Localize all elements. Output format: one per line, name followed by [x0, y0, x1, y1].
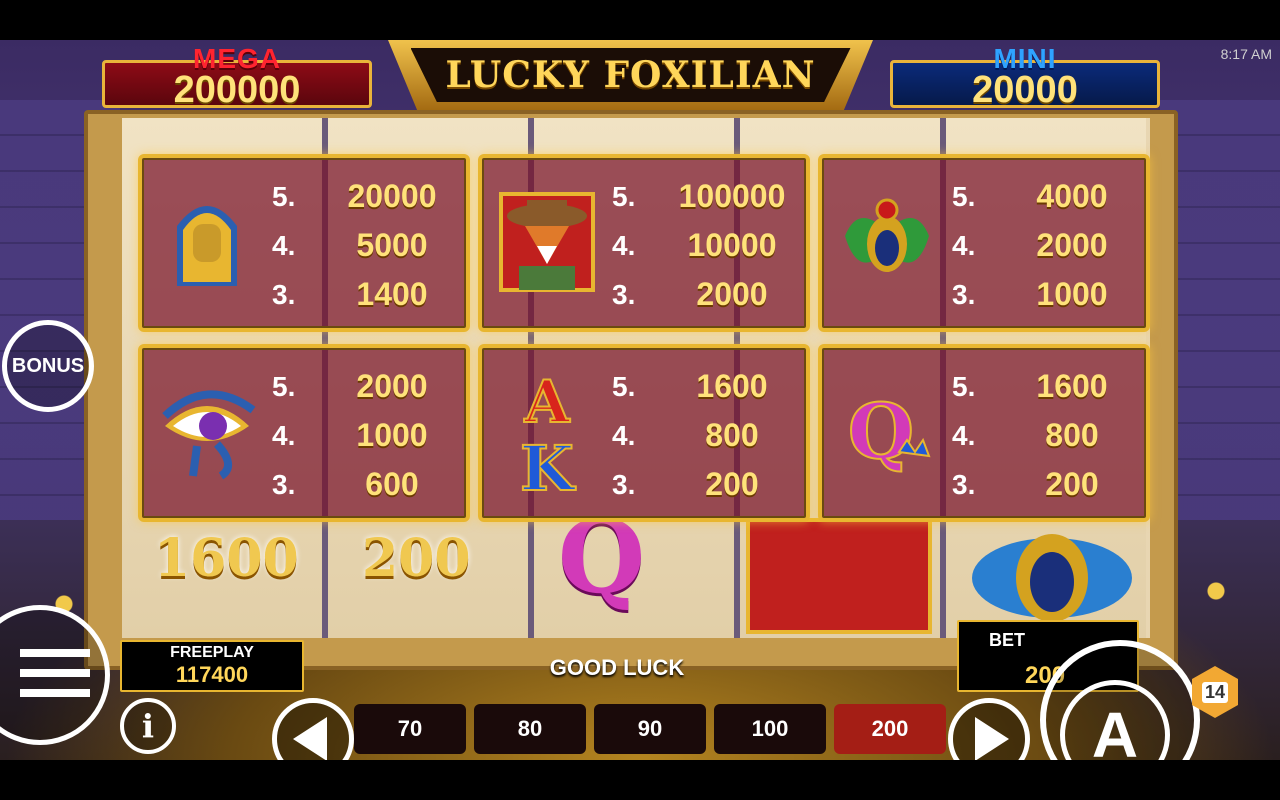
bet-increase-button[interactable] — [948, 698, 1030, 760]
reel-coin-value: 200 — [362, 528, 471, 589]
paytable-count: 4. — [272, 229, 296, 261]
paytable-pay: 10000 — [687, 227, 777, 263]
svg-text:A: A — [523, 368, 570, 436]
paytable-panel-pharaoh: 5. 20000 4. 5000 3. 1400 — [138, 154, 470, 332]
paytable-count: 3. — [272, 278, 296, 310]
paytable-pay: 200 — [1045, 466, 1099, 502]
hieroglyph-wall-right — [1160, 100, 1280, 520]
paytable-count: 3. — [612, 278, 636, 310]
paytable-pay: 1400 — [356, 276, 428, 312]
scarab-symbol-icon — [972, 534, 1132, 622]
paytable-count: 4. — [612, 419, 636, 451]
paytable-count: 3. — [952, 278, 976, 310]
status-message: GOOD LUCK — [549, 655, 685, 680]
bonus-button[interactable]: BONUS — [2, 320, 94, 412]
bet-option[interactable]: 70 — [354, 704, 466, 754]
bet-decrease-button[interactable] — [272, 698, 354, 760]
menu-icon — [20, 649, 90, 697]
ace-king-icon: A K — [519, 367, 577, 496]
paytable-pay: 1000 — [1036, 276, 1108, 312]
paytable-count: 5. — [272, 370, 296, 402]
paytable-pay: 200 — [705, 466, 759, 502]
mini-jackpot: MINI 20000 — [890, 43, 1160, 111]
svg-text:K: K — [520, 432, 576, 496]
bet-label: BET — [989, 630, 1025, 650]
bonus-button-label: BONUS — [11, 354, 85, 377]
paytable-count: 4. — [952, 419, 976, 451]
paytable-pay: 600 — [365, 466, 419, 502]
autoplay-icon: A — [1091, 699, 1139, 760]
queen-icon: Q — [847, 386, 931, 477]
fox-card-icon — [746, 518, 932, 634]
bet-selector: 70 80 90 100 200 — [272, 698, 1032, 760]
pharaoh-icon — [177, 206, 237, 286]
game-title: LUCKY FOXILIAN — [410, 48, 851, 102]
paytable-count: 3. — [952, 468, 976, 500]
paytable-pay: 1600 — [696, 368, 768, 404]
freeplay-label: FREEPLAY — [170, 644, 254, 661]
eye-of-horus-icon — [162, 390, 256, 480]
paytable-pay: 100000 — [678, 178, 786, 214]
status-clock: 8:17 AM — [1220, 46, 1272, 62]
paytable-panel-scarab: 5. 4000 4. 2000 3. 1000 — [818, 154, 1150, 332]
paytable-pay: 4000 — [1036, 178, 1108, 214]
bet-option[interactable]: 80 — [474, 704, 586, 754]
paytable-count: 5. — [952, 180, 976, 212]
svg-text:Q: Q — [848, 387, 914, 476]
age-rating-label: 14 — [1201, 681, 1229, 703]
paytable-pay: 2000 — [356, 368, 428, 404]
paytable-panel-eye: 5. 2000 4. 1000 3. 600 — [138, 344, 470, 522]
freeplay-value: 117400 — [175, 662, 249, 687]
paytable-count: 5. — [952, 370, 976, 402]
paytable-count: 4. — [952, 229, 976, 261]
arrow-left-icon — [293, 717, 327, 760]
paytable-pay: 800 — [1045, 417, 1099, 453]
bet-option[interactable]: 90 — [594, 704, 706, 754]
game-stage: 8:17 AM MEGA 200000 LUCKY FOXILIAN MINI … — [0, 40, 1280, 760]
paytable-pay: 2000 — [696, 276, 768, 312]
paytable-count: 3. — [272, 468, 296, 500]
reel-coin-value: 1600 — [154, 528, 299, 589]
mega-jackpot: MEGA 200000 — [102, 43, 372, 111]
paytable-pay: 5000 — [356, 227, 428, 263]
paytable-pay: 1000 — [356, 417, 428, 453]
paytable-count: 5. — [272, 180, 296, 212]
bet-option-selected[interactable]: 200 — [834, 704, 946, 754]
freeplay-balance: FREEPLAY 117400 — [120, 640, 304, 692]
paytable-panel-ace-king: A K 5. 1600 4. 800 3. 200 — [478, 344, 810, 522]
bet-option[interactable]: 100 — [714, 704, 826, 754]
info-button[interactable]: i — [120, 698, 176, 754]
info-icon: i — [141, 707, 155, 745]
paytable-pay: 2000 — [1036, 227, 1108, 263]
paytable-pay: 1600 — [1036, 368, 1108, 404]
game-logo: LUCKY FOXILIAN — [388, 40, 873, 110]
scarab-icon — [845, 198, 929, 272]
fox-icon — [499, 192, 595, 292]
arrow-right-icon — [975, 717, 1009, 760]
paytable-count: 4. — [612, 229, 636, 261]
paytable-panel-fox: 5. 100000 4. 10000 3. 2000 — [478, 154, 810, 332]
paytable-count: 5. — [612, 180, 636, 212]
mega-jackpot-value: 200000 — [173, 69, 301, 111]
paytable-pay: 20000 — [347, 178, 437, 214]
paytable-pay: 800 — [705, 417, 759, 453]
paytable-panel-queen: Q 5. 1600 4. 800 3. 200 — [818, 344, 1150, 522]
paytable-count: 3. — [612, 468, 636, 500]
mini-jackpot-value: 20000 — [972, 69, 1078, 111]
paytable-count: 5. — [612, 370, 636, 402]
paytable-count: 4. — [272, 419, 296, 451]
